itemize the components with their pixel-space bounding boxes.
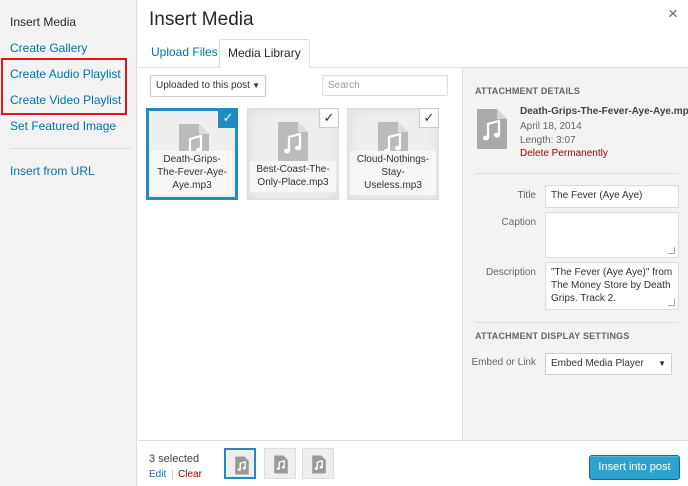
filename-line: Aye.mp3 — [172, 180, 212, 191]
search-input[interactable]: Search — [322, 75, 448, 96]
selection-links-divider — [172, 470, 173, 480]
menu-separator — [10, 148, 132, 149]
tab-upload-files[interactable]: Upload Files — [143, 39, 226, 68]
embed-or-link-select[interactable]: Embed Media Player ▼ — [545, 353, 672, 375]
caret-down-icon: ▼ — [658, 359, 666, 368]
audio-file-icon — [235, 456, 249, 475]
attachment-tile[interactable]: Best-Coast-The- Only-Place.mp3 ✓ — [247, 108, 339, 200]
insert-into-post-button[interactable]: Insert into post — [589, 455, 680, 480]
audio-file-icon — [477, 109, 507, 149]
edit-selection-link[interactable]: Edit — [149, 469, 166, 480]
sidebar-separator — [475, 173, 679, 174]
selection-count: 3 selected — [149, 453, 200, 465]
check-icon[interactable]: ✓ — [419, 108, 439, 128]
attachment-length: Length: 3:07 — [520, 135, 576, 146]
selection-thumbnail[interactable] — [224, 448, 256, 479]
embed-or-link-value: Embed Media Player — [551, 358, 644, 369]
attachment-filter-value: Uploaded to this post — [156, 80, 250, 91]
audio-file-icon — [274, 455, 288, 474]
filename-line: Only-Place.mp3 — [257, 177, 329, 188]
title-field[interactable]: The Fever (Aye Aye) — [545, 185, 679, 208]
attachment-filename: Cloud-Nothings- Stay- Useless.mp3 — [350, 151, 436, 195]
menu-item-create-gallery[interactable]: Create Gallery — [10, 41, 87, 55]
menu-item-set-featured-image[interactable]: Set Featured Image — [10, 119, 116, 133]
embed-or-link-label: Embed or Link — [471, 357, 536, 368]
display-settings-heading: Attachment Display Settings — [475, 331, 630, 341]
filename-line: Stay- — [381, 167, 405, 178]
filename-line: Cloud-Nothings- — [356, 154, 430, 165]
frame-title: Insert Media — [149, 9, 254, 30]
filename-line: Useless.mp3 — [364, 180, 422, 191]
tab-media-library[interactable]: Media Library — [219, 39, 310, 68]
check-icon[interactable]: ✓ — [319, 108, 339, 128]
caption-field[interactable] — [545, 212, 679, 258]
caption-label: Caption — [501, 217, 536, 228]
filename-line: Death-Grips- — [163, 154, 221, 165]
attachment-date: April 18, 2014 — [520, 121, 582, 132]
attachment-tile[interactable]: Cloud-Nothings- Stay- Useless.mp3 ✓ — [347, 108, 439, 200]
playlist-highlight-box — [1, 58, 127, 115]
sidebar-separator — [475, 322, 679, 323]
attachment-filename: Death-Grips- The-Fever-Aye- Aye.mp3 — [151, 151, 233, 195]
description-label: Description — [485, 267, 536, 278]
clear-selection-link[interactable]: Clear — [178, 469, 202, 480]
resize-handle-icon[interactable] — [668, 247, 675, 254]
selection-thumbnail[interactable] — [302, 448, 334, 479]
description-value: "The Fever (Aye Aye)" from The Money Sto… — [551, 267, 673, 304]
resize-handle-icon[interactable] — [668, 299, 675, 306]
close-icon[interactable]: × — [664, 5, 682, 23]
audio-file-icon — [278, 122, 308, 162]
attachment-filename: Death-Grips-The-Fever-Aye-Aye.mp3 — [520, 106, 688, 117]
menu-item-insert-media[interactable]: Insert Media — [10, 15, 76, 29]
filename-line: Best-Coast-The- — [256, 164, 330, 175]
attachment-filename: Best-Coast-The- Only-Place.mp3 — [250, 161, 336, 192]
bottom-toolbar: 3 selected Edit Clear Insert into post — [138, 440, 688, 486]
description-field[interactable]: "The Fever (Aye Aye)" from The Money Sto… — [545, 262, 679, 310]
check-icon[interactable]: ✓ — [218, 108, 238, 128]
attachment-tile[interactable]: Death-Grips- The-Fever-Aye- Aye.mp3 ✓ — [146, 108, 238, 200]
attachment-details-sidebar: Attachment Details Death-Grips-The-Fever… — [462, 68, 688, 440]
title-label: Title — [517, 190, 536, 201]
filename-line: The-Fever-Aye- — [157, 167, 227, 178]
menu-item-insert-from-url[interactable]: Insert from URL — [10, 164, 95, 178]
attachment-details-heading: Attachment Details — [475, 86, 581, 96]
attachment-filter-select[interactable]: Uploaded to this post ▼ — [150, 75, 266, 97]
delete-permanently-link[interactable]: Delete Permanently — [520, 148, 608, 159]
audio-file-icon — [312, 455, 326, 474]
selection-thumbnail[interactable] — [264, 448, 296, 479]
caret-down-icon: ▼ — [252, 81, 260, 90]
